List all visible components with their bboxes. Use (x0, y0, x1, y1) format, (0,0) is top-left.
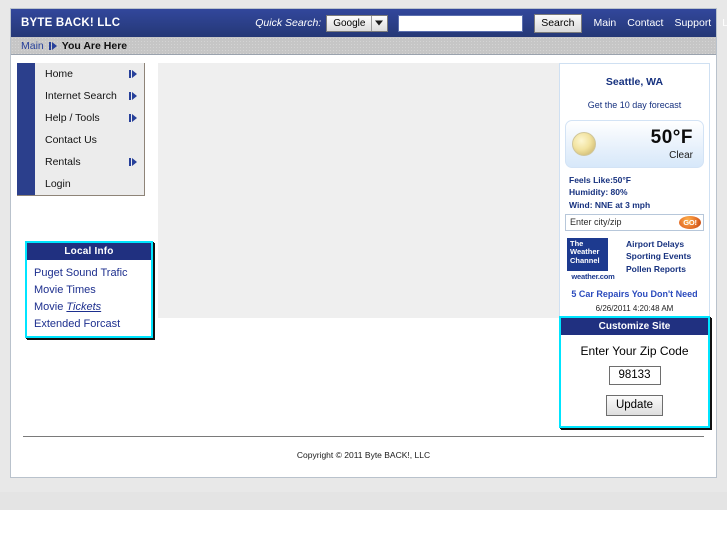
quick-search-group: Quick Search: Google Search (255, 13, 582, 33)
screenshot-root: BYTE BACK! LLC Quick Search: Google Sear… (0, 0, 727, 545)
local-info-item-movie-times[interactable]: Movie Times (27, 281, 151, 298)
sidebar-item-label: Home (45, 68, 74, 80)
link-sporting-events[interactable]: Sporting Events (626, 250, 691, 262)
local-info-item-label: Extended Forcast (34, 317, 121, 330)
search-button[interactable]: Search (534, 13, 582, 33)
page-body: BYTE BACK! LLC Quick Search: Google Sear… (10, 8, 727, 478)
update-button[interactable]: Update (605, 395, 664, 416)
submenu-arrow-icon (129, 70, 137, 78)
sidebar-item-help-tools[interactable]: Help / Tools (17, 107, 144, 129)
local-info-item-extended-forecast[interactable]: Extended Forcast (27, 315, 151, 332)
sidebar-item-label: Login (45, 178, 71, 190)
top-navigation: Main Contact Support Logout (594, 17, 727, 29)
zip-code-prompt: Enter Your Zip Code (580, 344, 689, 358)
topnav-link-support[interactable]: Support (674, 17, 711, 29)
link-airport-delays[interactable]: Airport Delays (626, 238, 691, 250)
desktop-background (0, 510, 727, 545)
submenu-arrow-icon (129, 92, 137, 100)
sidebar-item-home[interactable]: Home (17, 63, 144, 85)
header-bar: BYTE BACK! LLC Quick Search: Google Sear… (11, 9, 727, 37)
topnav-link-logout[interactable]: Logout (722, 17, 727, 29)
weather-humidity: Humidity: 80% (569, 187, 628, 198)
weather-city: Seattle, WA (605, 76, 664, 88)
sun-icon (572, 132, 596, 156)
search-engine-value: Google (333, 17, 366, 29)
weather-com-wordmark: weather.com (571, 271, 615, 281)
page-shell: BYTE BACK! LLC Quick Search: Google Sear… (0, 0, 727, 492)
breadcrumb-arrow-icon (48, 41, 57, 50)
main-content-panel (158, 63, 573, 318)
sidebar-item-label: Internet Search (45, 90, 117, 102)
content-area: Home Internet Search Help / Tools Contac… (11, 55, 716, 447)
topnav-link-contact[interactable]: Contact (627, 17, 663, 29)
local-info-item-movie-tickets[interactable]: Movie Tickets (27, 298, 151, 315)
customize-site-title: Customize Site (561, 318, 708, 335)
weather-wind: Wind: NNE at 3 mph (569, 199, 651, 210)
sidebar-item-contact-us[interactable]: Contact Us (17, 129, 144, 151)
weather-condition: Clear (669, 149, 693, 161)
local-info-title: Local Info (27, 243, 151, 260)
local-info-item-label: Movie Times (34, 283, 96, 296)
copyright-text: Copyright © 2011 Byte BACK!, LLC (296, 450, 431, 460)
submenu-arrow-icon (129, 114, 137, 122)
breadcrumb-current: You Are Here (61, 39, 128, 52)
search-input[interactable] (398, 14, 524, 32)
zip-code-input[interactable]: 98133 (608, 366, 661, 385)
local-info-item-traffic[interactable]: Puget Sound Trafic (27, 264, 151, 281)
weather-widget: Seattle, WA Get the 10 day forecast 50°F… (559, 63, 710, 319)
link-pollen-reports[interactable]: Pollen Reports (626, 263, 691, 275)
weather-go-button[interactable]: GO! (679, 215, 701, 229)
weather-zip-row[interactable]: Enter city/zip GO! (565, 213, 704, 231)
weather-current-conditions: 50°F Clear (565, 120, 704, 168)
select-divider (371, 15, 373, 31)
breadcrumb-link-main[interactable]: Main (21, 40, 44, 52)
weather-details: Feels Like:50°F Humidity: 80% Wind: NNE … (565, 174, 704, 211)
weather-quick-links: Airport Delays Sporting Events Pollen Re… (626, 238, 691, 275)
sidebar-item-label: Help / Tools (45, 112, 100, 124)
chevron-down-icon (375, 20, 384, 26)
weather-timestamp: 6/26/2011 4:20:48 AM (595, 303, 674, 313)
sidebar-item-label: Rentals (45, 156, 81, 168)
weather-temperature: 50°F (650, 127, 693, 148)
customize-site-box: Customize Site Enter Your Zip Code 98133… (559, 316, 710, 428)
local-info-box: Local Info Puget Sound Trafic Movie Time… (25, 241, 153, 338)
sidebar-item-label: Contact Us (45, 134, 97, 146)
local-info-item-emphasis: Tickets (66, 300, 102, 313)
sidebar-menu: Home Internet Search Help / Tools Contac… (17, 63, 145, 196)
page-bottom-strip (0, 492, 727, 510)
weather-channel-mark: The Weather Channel (567, 237, 608, 271)
quick-search-label: Quick Search: (255, 17, 322, 29)
weather-promo-link[interactable]: 5 Car Repairs You Don't Need (565, 289, 704, 299)
weather-channel-logo[interactable]: The Weather Channel weather.com (567, 237, 619, 281)
footer: Copyright © 2011 Byte BACK!, LLC (23, 436, 704, 463)
topnav-link-main[interactable]: Main (594, 17, 617, 29)
submenu-arrow-icon (129, 158, 137, 166)
local-info-item-label: Movie (34, 300, 67, 313)
sidebar-item-login[interactable]: Login (17, 173, 144, 195)
ten-day-forecast-link[interactable]: Get the 10 day forecast (565, 100, 704, 110)
sidebar-item-internet-search[interactable]: Internet Search (17, 85, 144, 107)
sidebar-item-rentals[interactable]: Rentals (17, 151, 144, 173)
weather-feels-like: Feels Like:50°F (569, 174, 631, 185)
weather-readout: 50°F Clear (602, 128, 697, 161)
breadcrumb: Main You Are Here (11, 37, 716, 55)
weather-zip-placeholder: Enter city/zip (570, 217, 622, 228)
local-info-item-label: Puget Sound Trafic (34, 266, 128, 279)
search-engine-select[interactable]: Google (326, 14, 389, 32)
site-brand: BYTE BACK! LLC (21, 17, 121, 29)
weather-provider-row: The Weather Channel weather.com Airport De… (565, 237, 704, 281)
